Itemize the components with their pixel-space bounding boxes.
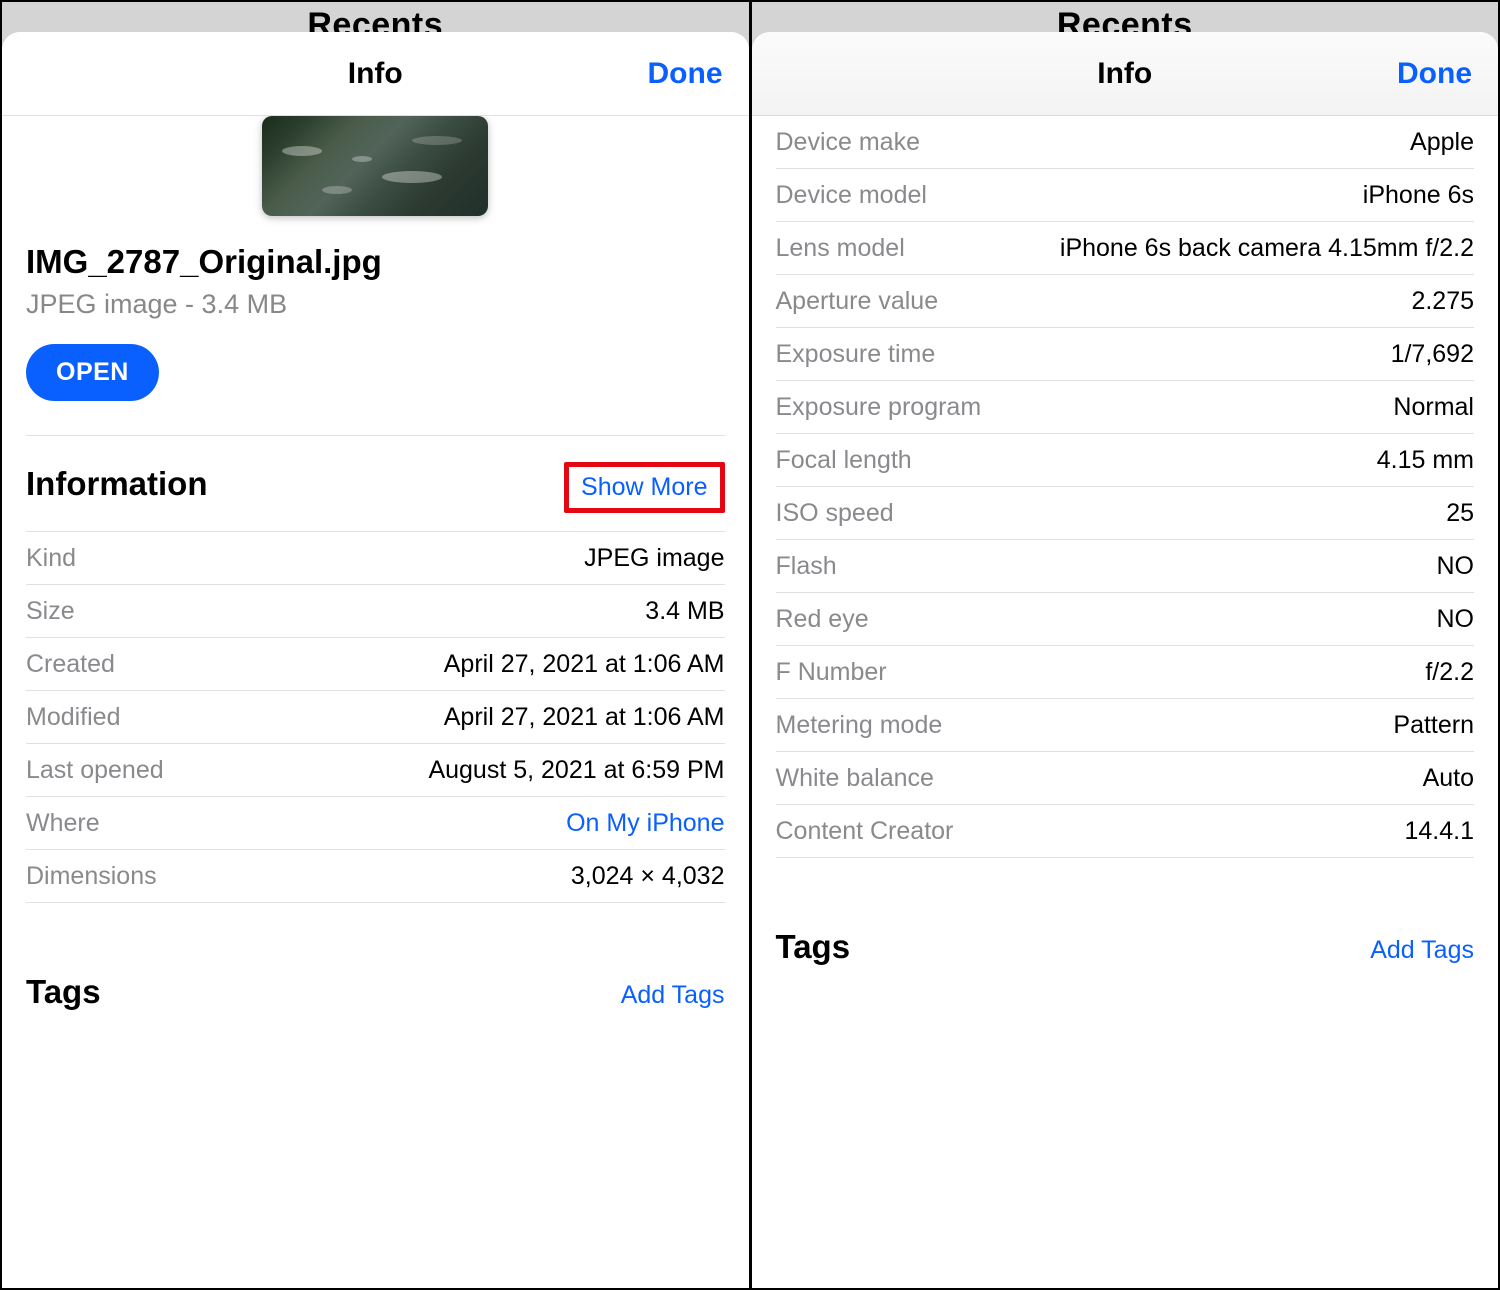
- kv-value: 2.275: [1411, 287, 1474, 316]
- kv-row: Last opened August 5, 2021 at 6:59 PM: [26, 744, 725, 797]
- kv-label: Kind: [26, 544, 76, 573]
- info-sheet: Info Done IMG_2787_Original.jpg JPEG ima…: [2, 32, 749, 1288]
- kv-label: Created: [26, 650, 115, 679]
- kv-label: Device make: [776, 128, 921, 157]
- tags-title: Tags: [26, 973, 101, 1011]
- open-button[interactable]: OPEN: [26, 344, 159, 401]
- kv-row: Metering mode Pattern: [776, 699, 1475, 752]
- nav-title: Info: [1097, 57, 1152, 91]
- kv-value: iPhone 6s: [1363, 181, 1474, 210]
- kv-label: F Number: [776, 658, 887, 687]
- kv-value: Normal: [1393, 393, 1474, 422]
- file-subtitle: JPEG image - 3.4 MB: [26, 289, 725, 320]
- information-header: Information Show More: [26, 462, 725, 513]
- navbar: Info Done: [752, 32, 1499, 116]
- file-thumbnail[interactable]: [262, 116, 488, 216]
- kv-label: Exposure time: [776, 340, 936, 369]
- done-button[interactable]: Done: [648, 57, 723, 91]
- show-more-highlight: Show More: [564, 462, 724, 513]
- kv-value: 3,024 × 4,032: [571, 862, 725, 891]
- scroll-content: IMG_2787_Original.jpg JPEG image - 3.4 M…: [2, 116, 749, 1288]
- kv-label: Aperture value: [776, 287, 939, 316]
- kv-label: Dimensions: [26, 862, 157, 891]
- navbar: Info Done: [2, 32, 749, 116]
- kv-value: 4.15 mm: [1377, 446, 1474, 475]
- kv-row: Red eye NO: [776, 593, 1475, 646]
- kv-row: Dimensions 3,024 × 4,032: [26, 850, 725, 903]
- information-list: Kind JPEG image Size 3.4 MB Created April 27,…: [26, 531, 725, 903]
- kv-row: Kind JPEG image: [26, 531, 725, 585]
- kv-value: Auto: [1423, 764, 1474, 793]
- kv-value: Pattern: [1393, 711, 1474, 740]
- kv-value: NO: [1437, 605, 1475, 634]
- kv-row: Where On My iPhone: [26, 797, 725, 850]
- pane-left: Recents Info Done IMG_2787_Original.jpg …: [2, 2, 752, 1288]
- kv-value: April 27, 2021 at 1:06 AM: [444, 703, 725, 732]
- kv-row: Content Creator 14.4.1: [776, 805, 1475, 858]
- kv-row: Flash NO: [776, 540, 1475, 593]
- kv-value: NO: [1437, 552, 1475, 581]
- kv-value: 14.4.1: [1404, 817, 1474, 846]
- kv-row: Created April 27, 2021 at 1:06 AM: [26, 638, 725, 691]
- kv-label: Lens model: [776, 234, 905, 263]
- tags-header: Tags Add Tags: [776, 928, 1475, 966]
- tags-header: Tags Add Tags: [26, 973, 725, 1011]
- kv-value: 25: [1446, 499, 1474, 528]
- kv-label: Red eye: [776, 605, 869, 634]
- kv-label: White balance: [776, 764, 934, 793]
- exif-list: Device make Apple Device model iPhone 6s Len…: [776, 116, 1475, 858]
- kv-row: Size 3.4 MB: [26, 585, 725, 638]
- kv-value: Apple: [1410, 128, 1474, 157]
- add-tags-button[interactable]: Add Tags: [1370, 936, 1474, 965]
- kv-label: Size: [26, 597, 75, 626]
- kv-row: White balance Auto: [776, 752, 1475, 805]
- kv-row: Focal length 4.15 mm: [776, 434, 1475, 487]
- nav-title: Info: [348, 57, 403, 91]
- show-more-button[interactable]: Show More: [581, 473, 707, 502]
- file-name: IMG_2787_Original.jpg: [26, 243, 725, 281]
- add-tags-button[interactable]: Add Tags: [621, 981, 725, 1010]
- scroll-content: Device make Apple Device model iPhone 6s Len…: [752, 116, 1499, 1288]
- info-sheet: Info Done Device make Apple Device model iP…: [752, 32, 1499, 1288]
- kv-row: Modified April 27, 2021 at 1:06 AM: [26, 691, 725, 744]
- kv-row: Lens model iPhone 6s back camera 4.15mm f…: [776, 222, 1475, 275]
- kv-row: Aperture value 2.275: [776, 275, 1475, 328]
- kv-label: Last opened: [26, 756, 164, 785]
- kv-label: Content Creator: [776, 817, 954, 846]
- kv-value: f/2.2: [1425, 658, 1474, 687]
- kv-label: ISO speed: [776, 499, 894, 528]
- kv-label: Exposure program: [776, 393, 982, 422]
- kv-label: Flash: [776, 552, 837, 581]
- kv-label: Focal length: [776, 446, 912, 475]
- kv-value: August 5, 2021 at 6:59 PM: [428, 756, 724, 785]
- kv-label: Device model: [776, 181, 927, 210]
- kv-value: 1/7,692: [1391, 340, 1474, 369]
- kv-value: JPEG image: [584, 544, 724, 573]
- kv-label: Metering mode: [776, 711, 943, 740]
- kv-row: Device model iPhone 6s: [776, 169, 1475, 222]
- kv-value: April 27, 2021 at 1:06 AM: [444, 650, 725, 679]
- kv-row: ISO speed 25: [776, 487, 1475, 540]
- kv-row: Exposure program Normal: [776, 381, 1475, 434]
- kv-value: iPhone 6s back camera 4.15mm f/2.2: [1060, 234, 1474, 263]
- kv-label: Modified: [26, 703, 121, 732]
- tags-title: Tags: [776, 928, 851, 966]
- kv-row: Exposure time 1/7,692: [776, 328, 1475, 381]
- kv-row: Device make Apple: [776, 116, 1475, 169]
- information-title: Information: [26, 465, 207, 503]
- section-divider: [26, 435, 725, 436]
- done-button[interactable]: Done: [1397, 57, 1472, 91]
- kv-label: Where: [26, 809, 100, 838]
- kv-value[interactable]: On My iPhone: [566, 809, 724, 838]
- kv-value: 3.4 MB: [645, 597, 724, 626]
- kv-row: F Number f/2.2: [776, 646, 1475, 699]
- pane-right: Recents Info Done Device makeAppleDevice…: [752, 2, 1499, 1288]
